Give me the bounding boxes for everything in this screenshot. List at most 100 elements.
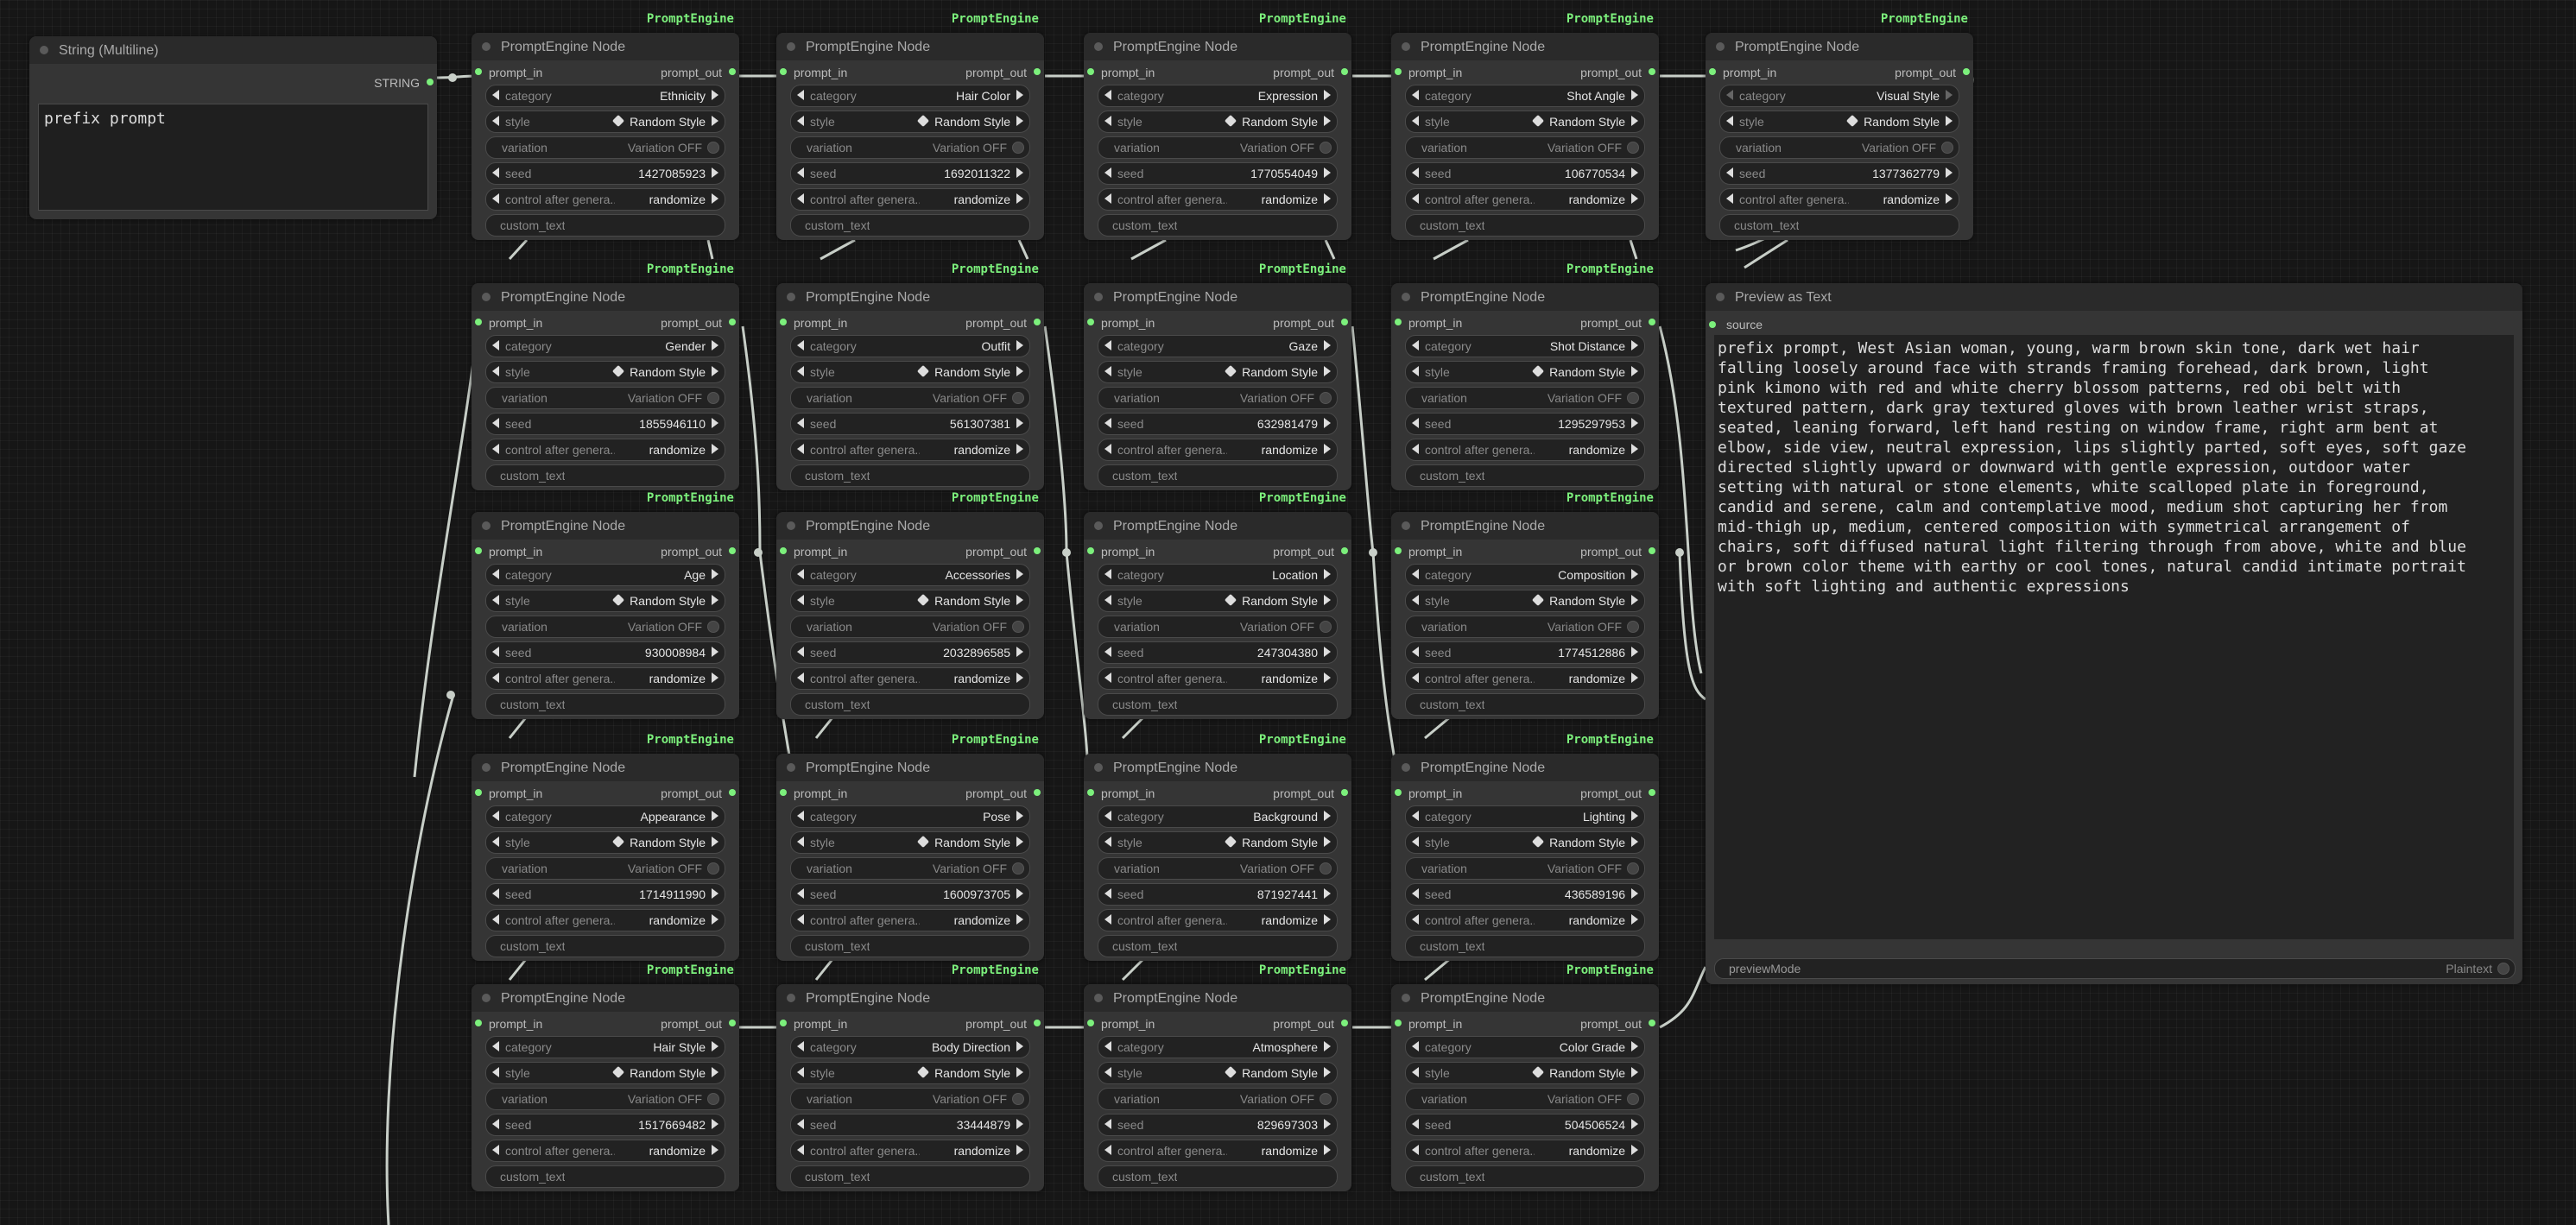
prompt-out-slot[interactable]	[1034, 319, 1041, 325]
custom-text-input[interactable]: custom_text	[1098, 693, 1338, 716]
decrement-arrow-icon[interactable]	[797, 1119, 804, 1129]
increment-arrow-icon[interactable]	[712, 366, 718, 376]
variation-toggle[interactable]: variation Variation OFF	[1405, 387, 1645, 409]
increment-arrow-icon[interactable]	[1946, 193, 1953, 204]
collapse-dot-icon[interactable]	[787, 521, 795, 530]
increment-arrow-icon[interactable]	[712, 193, 718, 204]
collapse-dot-icon[interactable]	[482, 42, 491, 51]
increment-arrow-icon[interactable]	[712, 444, 718, 454]
decrement-arrow-icon[interactable]	[1104, 366, 1111, 376]
custom-text-input[interactable]: custom_text	[1098, 464, 1338, 487]
category-combo[interactable]: category Lighting	[1405, 805, 1645, 828]
increment-arrow-icon[interactable]	[1324, 1067, 1331, 1077]
custom-text-input[interactable]: custom_text	[1405, 693, 1645, 716]
decrement-arrow-icon[interactable]	[797, 837, 804, 847]
node-title-bar[interactable]: PromptEngine Node	[776, 754, 1044, 781]
decrement-arrow-icon[interactable]	[492, 569, 499, 579]
decrement-arrow-icon[interactable]	[1104, 1041, 1111, 1051]
seed-number[interactable]: seed 1295297953	[1405, 413, 1645, 435]
toggle-knob-icon[interactable]	[1320, 621, 1332, 633]
category-combo[interactable]: category Pose	[790, 805, 1030, 828]
decrement-arrow-icon[interactable]	[492, 418, 499, 428]
prompt-out-slot[interactable]	[1341, 547, 1348, 554]
decrement-arrow-icon[interactable]	[492, 167, 499, 178]
increment-arrow-icon[interactable]	[1324, 116, 1331, 126]
decrement-arrow-icon[interactable]	[1104, 672, 1111, 683]
decrement-arrow-icon[interactable]	[1104, 647, 1111, 657]
prompt-engine-node[interactable]: PromptEngine PromptEngine Node prompt_in pr…	[1084, 262, 1351, 490]
custom-text-input[interactable]: custom_text	[1719, 214, 1959, 237]
category-combo[interactable]: category Atmosphere	[1098, 1036, 1338, 1058]
prompt-out-slot[interactable]	[1034, 547, 1041, 554]
collapse-dot-icon[interactable]	[1094, 521, 1103, 530]
decrement-arrow-icon[interactable]	[492, 811, 499, 821]
prompt-engine-node[interactable]: PromptEngine PromptEngine Node prompt_in pr…	[776, 262, 1044, 490]
prompt-in-slot[interactable]	[780, 789, 787, 796]
custom-text-input[interactable]: custom_text	[485, 1165, 725, 1188]
custom-text-input[interactable]: custom_text	[1405, 1165, 1645, 1188]
prompt-engine-node[interactable]: PromptEngine PromptEngine Node prompt_in pr…	[1084, 963, 1351, 1191]
prompt-in-slot[interactable]	[1087, 319, 1094, 325]
category-combo[interactable]: category Visual Style	[1719, 85, 1959, 107]
toggle-knob-icon[interactable]	[1320, 392, 1332, 404]
variation-toggle[interactable]: variation Variation OFF	[485, 1088, 725, 1110]
node-title-bar[interactable]: PromptEngine Node	[776, 512, 1044, 540]
control-after-generate-combo[interactable]: control after genera... randomize	[485, 667, 725, 690]
prompt-out-slot[interactable]	[1649, 319, 1655, 325]
prompt-in-slot[interactable]	[1087, 68, 1094, 75]
control-after-generate-combo[interactable]: control after genera... randomize	[1719, 188, 1959, 211]
toggle-knob-icon[interactable]	[1941, 142, 1953, 154]
prompt-in-slot[interactable]	[1395, 68, 1402, 75]
increment-arrow-icon[interactable]	[1016, 837, 1023, 847]
node-title-bar[interactable]: PromptEngine Node	[1391, 512, 1659, 540]
prompt-engine-node[interactable]: PromptEngine PromptEngine Node prompt_in pr…	[1391, 12, 1659, 240]
prompt-out-slot[interactable]	[1649, 547, 1655, 554]
node-title-bar[interactable]: PromptEngine Node	[1391, 33, 1659, 60]
decrement-arrow-icon[interactable]	[492, 1067, 499, 1077]
toggle-knob-icon[interactable]	[1320, 1093, 1332, 1105]
style-combo[interactable]: style Random Style	[1098, 831, 1338, 854]
control-after-generate-combo[interactable]: control after genera... randomize	[1405, 439, 1645, 461]
increment-arrow-icon[interactable]	[1631, 672, 1638, 683]
category-combo[interactable]: category Accessories	[790, 564, 1030, 586]
increment-arrow-icon[interactable]	[1016, 672, 1023, 683]
increment-arrow-icon[interactable]	[1016, 167, 1023, 178]
toggle-knob-icon[interactable]	[1627, 621, 1639, 633]
seed-number[interactable]: seed 1714911990	[485, 883, 725, 906]
collapse-dot-icon[interactable]	[482, 994, 491, 1002]
variation-toggle[interactable]: variation Variation OFF	[1719, 136, 1959, 159]
prompt-engine-node[interactable]: PromptEngine PromptEngine Node prompt_in pr…	[776, 963, 1044, 1191]
node-title-bar[interactable]: PromptEngine Node	[472, 283, 739, 311]
increment-arrow-icon[interactable]	[1324, 672, 1331, 683]
decrement-arrow-icon[interactable]	[1104, 167, 1111, 178]
variation-toggle[interactable]: variation Variation OFF	[485, 616, 725, 638]
control-after-generate-combo[interactable]: control after genera... randomize	[485, 439, 725, 461]
toggle-knob-icon[interactable]	[1320, 142, 1332, 154]
collapse-dot-icon[interactable]	[1716, 293, 1725, 301]
prompt-in-slot[interactable]	[780, 319, 787, 325]
increment-arrow-icon[interactable]	[1631, 418, 1638, 428]
decrement-arrow-icon[interactable]	[797, 888, 804, 899]
control-after-generate-combo[interactable]: control after genera... randomize	[485, 1140, 725, 1162]
toggle-knob-icon[interactable]	[707, 392, 719, 404]
custom-text-input[interactable]: custom_text	[485, 693, 725, 716]
toggle-knob-icon[interactable]	[707, 1093, 719, 1105]
category-combo[interactable]: category Shot Angle	[1405, 85, 1645, 107]
increment-arrow-icon[interactable]	[712, 90, 718, 100]
custom-text-input[interactable]: custom_text	[485, 464, 725, 487]
increment-arrow-icon[interactable]	[712, 811, 718, 821]
increment-arrow-icon[interactable]	[1324, 366, 1331, 376]
decrement-arrow-icon[interactable]	[492, 647, 499, 657]
decrement-arrow-icon[interactable]	[492, 116, 499, 126]
custom-text-input[interactable]: custom_text	[790, 464, 1030, 487]
decrement-arrow-icon[interactable]	[1104, 888, 1111, 899]
collapse-dot-icon[interactable]	[787, 293, 795, 301]
increment-arrow-icon[interactable]	[1324, 914, 1331, 925]
prompt-in-slot[interactable]	[780, 1020, 787, 1026]
decrement-arrow-icon[interactable]	[492, 193, 499, 204]
category-combo[interactable]: category Color Grade	[1405, 1036, 1645, 1058]
decrement-arrow-icon[interactable]	[1104, 914, 1111, 925]
variation-toggle[interactable]: variation Variation OFF	[1405, 857, 1645, 880]
seed-number[interactable]: seed 561307381	[790, 413, 1030, 435]
increment-arrow-icon[interactable]	[1946, 167, 1953, 178]
